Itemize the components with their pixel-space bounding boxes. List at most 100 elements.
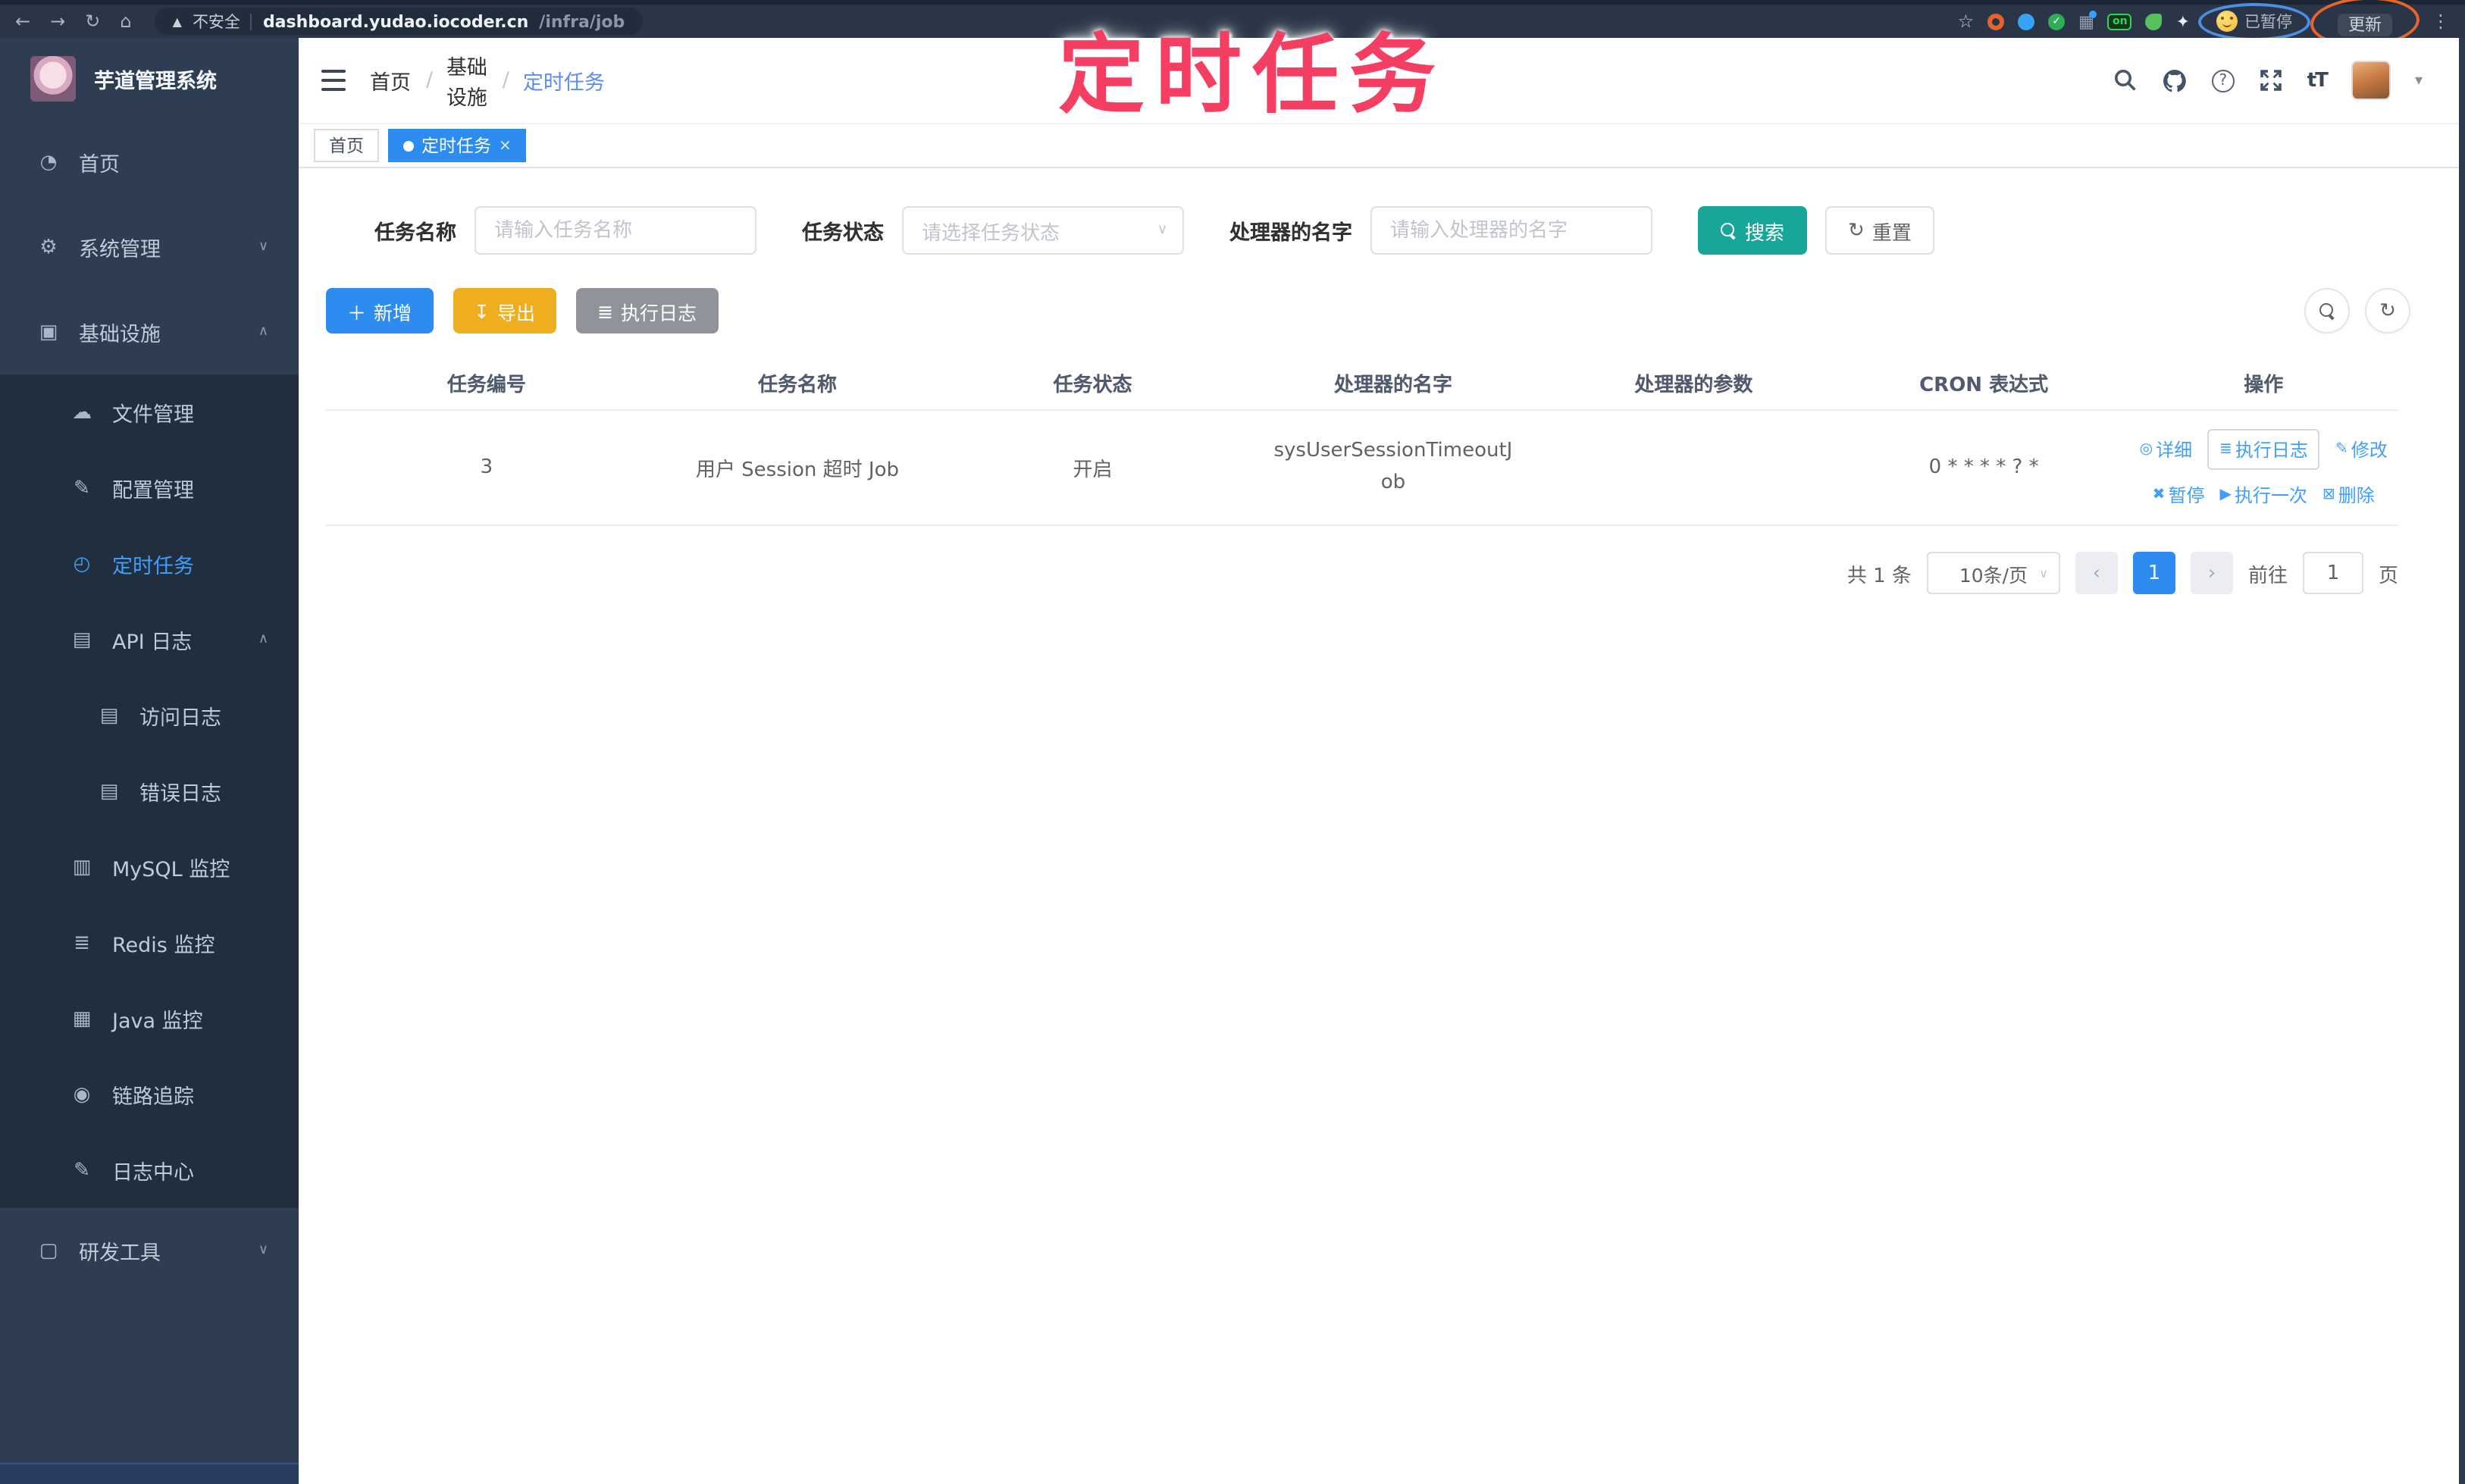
extension-leaf-icon[interactable] bbox=[2145, 13, 2163, 30]
tab-home[interactable]: 首页 bbox=[314, 129, 379, 162]
export-button[interactable]: ↧ 导出 bbox=[453, 288, 557, 333]
job-status-group: 任务状态 请选择任务状态 ∨ bbox=[802, 206, 1184, 255]
refresh-button[interactable]: ↻ bbox=[2365, 288, 2410, 333]
fullscreen-icon[interactable] bbox=[2259, 68, 2283, 92]
handler-name-label: 处理器的名字 bbox=[1229, 221, 1352, 246]
update-button[interactable]: 更新 bbox=[2338, 13, 2392, 36]
run-once-link[interactable]: ▶ 执行一次 bbox=[2219, 481, 2307, 507]
extension-blue-icon[interactable] bbox=[2018, 13, 2035, 30]
exec-log-button[interactable]: ≣ 执行日志 bbox=[576, 288, 719, 333]
eye-icon: ◉ bbox=[73, 1083, 91, 1106]
browser-back-icon[interactable]: ← bbox=[15, 12, 30, 30]
sidebar-item-home[interactable]: ◔ 首页 bbox=[0, 120, 299, 205]
dashboard-icon: ◔ bbox=[39, 151, 58, 174]
tab-scheduled-jobs[interactable]: 定时任务 × bbox=[388, 129, 527, 162]
address-bar[interactable]: ▲ 不安全 dashboard.yudao.iocoder.cn/infra/j… bbox=[154, 8, 644, 35]
help-icon[interactable]: ? bbox=[2211, 69, 2235, 92]
next-page-button[interactable]: › bbox=[2190, 552, 2233, 594]
add-button[interactable]: ＋ 新增 bbox=[326, 288, 434, 333]
extension-green-icon[interactable]: ✓ bbox=[2048, 13, 2066, 30]
browser-forward-icon[interactable]: → bbox=[50, 12, 65, 30]
edit-link[interactable]: ✎ 修改 bbox=[2335, 436, 2388, 462]
job-name-input[interactable] bbox=[475, 206, 756, 255]
user-avatar[interactable] bbox=[2351, 61, 2391, 100]
extension-grid-icon[interactable]: ▦ bbox=[2078, 10, 2098, 30]
avatar-caret-icon[interactable]: ▾ bbox=[2415, 72, 2423, 89]
sidebar-item-api-logs[interactable]: ▤ API 日志 ∧ bbox=[0, 602, 299, 678]
delete-link[interactable]: ⊠ 删除 bbox=[2322, 481, 2375, 507]
sidebar-item-scheduled-jobs[interactable]: ◴ 定时任务 bbox=[0, 526, 299, 602]
cell-job-id: 3 bbox=[480, 456, 493, 479]
page-size-select[interactable]: 10条/页 ∨ bbox=[1926, 552, 2060, 594]
job-status-select[interactable]: 请选择任务状态 ∨ bbox=[902, 206, 1184, 255]
browser-extensions-area: ☆ ✓ ▦ on ✦ 已暂停 更新 ⋮ bbox=[1958, 2, 2450, 40]
window-scrollbar[interactable] bbox=[2459, 38, 2465, 1484]
emoji-avatar-icon bbox=[2216, 11, 2237, 32]
breadcrumb-home[interactable]: 首页 bbox=[370, 65, 412, 95]
font-size-icon[interactable]: tT bbox=[2307, 69, 2329, 92]
jobs-table: 任务编号 任务名称 任务状态 处理器的名字 处理器的参数 CRON 表达式 操作… bbox=[326, 355, 2398, 526]
search-button[interactable]: 搜索 bbox=[1698, 206, 1808, 255]
sidebar-item-java-monitor[interactable]: ▦ Java 监控 bbox=[0, 981, 299, 1057]
breadcrumb-separator: / bbox=[502, 68, 509, 92]
bookmark-star-icon[interactable]: ☆ bbox=[1958, 11, 1975, 32]
breadcrumb-infrastructure[interactable]: 基础设施 bbox=[446, 50, 489, 111]
header-actions: ? tT ▾ bbox=[2113, 61, 2423, 100]
sidebar-item-mysql-monitor[interactable]: ▥ MySQL 监控 bbox=[0, 829, 299, 905]
sidebar-item-trace[interactable]: ◉ 链路追踪 bbox=[0, 1057, 299, 1132]
reset-button[interactable]: ↻ 重置 bbox=[1825, 206, 1934, 255]
detail-link[interactable]: ◎ 详细 bbox=[2140, 436, 2193, 462]
sidebar-item-config-management[interactable]: ✎ 配置管理 bbox=[0, 450, 299, 526]
pause-link-label: 暂停 bbox=[2168, 484, 2205, 506]
profile-paused-group[interactable]: 已暂停 bbox=[2197, 2, 2310, 40]
browser-update-group[interactable]: 更新 bbox=[2324, 4, 2406, 39]
security-label[interactable]: 不安全 bbox=[193, 10, 240, 33]
app-logo-avatar bbox=[30, 56, 76, 102]
search-button-label: 搜索 bbox=[1745, 222, 1785, 245]
sidebar-item-redis-monitor[interactable]: ≣ Redis 监控 bbox=[0, 905, 299, 981]
col-job-status: 任务状态 bbox=[1053, 374, 1132, 396]
collapse-menu-icon[interactable] bbox=[321, 70, 346, 91]
cell-cron: 0 * * * * ? * bbox=[1928, 456, 2039, 479]
toggle-search-button[interactable] bbox=[2304, 288, 2350, 333]
run-once-link-label: 执行一次 bbox=[2234, 484, 2307, 506]
col-job-name: 任务名称 bbox=[757, 374, 837, 396]
sidebar-item-access-logs[interactable]: ▤ 访问日志 bbox=[0, 678, 299, 753]
sidebar-item-system-management[interactable]: ⚙ 系统管理 ∨ bbox=[0, 205, 299, 290]
handler-name-input[interactable] bbox=[1370, 206, 1652, 255]
col-handler-param: 处理器的参数 bbox=[1634, 374, 1753, 396]
sidebar-item-label: 研发工具 bbox=[79, 1241, 161, 1266]
app-logo-row[interactable]: 芋道管理系统 bbox=[0, 38, 299, 120]
col-job-id: 任务编号 bbox=[446, 374, 526, 396]
row-exec-log-link[interactable]: ≣ 执行日志 bbox=[2207, 428, 2320, 469]
goto-page-input[interactable] bbox=[2302, 552, 2363, 594]
close-icon[interactable]: × bbox=[499, 137, 512, 154]
sidebar-item-error-logs[interactable]: ▤ 错误日志 bbox=[0, 753, 299, 829]
database-icon: ▥ bbox=[72, 856, 92, 878]
sidebar-item-infrastructure[interactable]: ▣ 基础设施 ∧ bbox=[0, 290, 299, 374]
document-icon: ▤ bbox=[72, 628, 92, 651]
pause-icon: ✖ bbox=[2152, 486, 2166, 502]
search-icon[interactable] bbox=[2113, 68, 2138, 92]
pause-link[interactable]: ✖ 暂停 bbox=[2153, 481, 2205, 507]
pagination: 共 1 条 10条/页 ∨ ‹ 1 › 前往 页 bbox=[1847, 552, 2398, 594]
prev-page-button[interactable]: ‹ bbox=[2075, 552, 2118, 594]
play-icon: ▶ bbox=[2219, 486, 2232, 502]
current-page-button[interactable]: 1 bbox=[2132, 552, 2175, 594]
extensions-puzzle-icon[interactable]: ✦ bbox=[2176, 11, 2190, 31]
infrastructure-submenu: ☁ 文件管理 ✎ 配置管理 ◴ 定时任务 ▤ API 日志 ∧ ▤ 访问日志 ▤… bbox=[0, 374, 299, 1208]
sidebar-item-label: MySQL 监控 bbox=[112, 858, 230, 882]
browser-reload-icon[interactable]: ↻ bbox=[85, 12, 100, 30]
extension-orange-icon[interactable] bbox=[1987, 13, 2005, 30]
sidebar-item-dev-tools[interactable]: ▢ 研发工具 ∨ bbox=[0, 1208, 299, 1293]
address-divider bbox=[250, 13, 252, 30]
sidebar-item-log-center[interactable]: ✎ 日志中心 bbox=[0, 1132, 299, 1208]
browser-menu-icon[interactable]: ⋮ bbox=[2432, 11, 2450, 32]
tab-label: 首页 bbox=[329, 135, 364, 156]
breadcrumb-current: 定时任务 bbox=[522, 71, 605, 95]
extension-on-badge[interactable]: on bbox=[2107, 13, 2132, 30]
browser-home-icon[interactable]: ⌂ bbox=[120, 12, 131, 30]
github-icon[interactable] bbox=[2162, 67, 2188, 93]
sidebar-item-file-management[interactable]: ☁ 文件管理 bbox=[0, 374, 299, 450]
page-size-value: 10条/页 bbox=[1959, 563, 2028, 586]
